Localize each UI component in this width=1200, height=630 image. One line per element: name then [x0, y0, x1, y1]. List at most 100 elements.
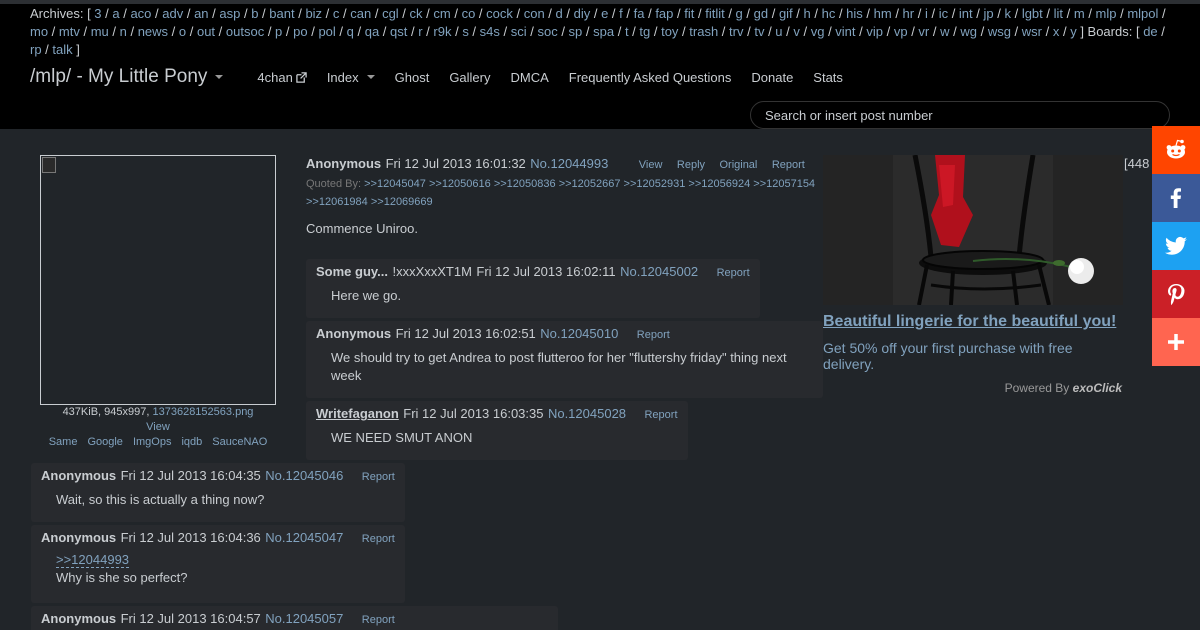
archive-link-i[interactable]: i [925, 6, 928, 21]
nav-index-dropdown[interactable]: Index [327, 70, 375, 85]
post-number-link[interactable]: No.12045046 [265, 468, 343, 483]
archive-link-mo[interactable]: mo [30, 24, 48, 39]
archive-link-cgl[interactable]: cgl [382, 6, 399, 21]
archive-link-v[interactable]: v [793, 24, 800, 39]
archive-link-r9k[interactable]: r9k [433, 24, 451, 39]
archive-link-c[interactable]: c [333, 6, 340, 21]
tool-saucenao[interactable]: SauceNAO [212, 436, 267, 448]
quoted-by-link[interactable]: >>12045047 [364, 178, 426, 190]
quoted-by-link[interactable]: >>12057154 [753, 178, 815, 190]
archive-link-b[interactable]: b [251, 6, 258, 21]
post-number-link[interactable]: No.12045010 [540, 326, 618, 341]
search-input[interactable] [750, 101, 1170, 129]
archive-link-hc[interactable]: hc [822, 6, 836, 21]
tool-imgops[interactable]: ImgOps [133, 436, 172, 448]
archive-link-vg[interactable]: vg [811, 24, 825, 39]
archive-link-vr[interactable]: vr [918, 24, 929, 39]
archive-link-mlp[interactable]: mlp [1096, 6, 1117, 21]
archive-link-bant[interactable]: bant [269, 6, 294, 21]
archive-link-k[interactable]: k [1004, 6, 1011, 21]
archive-link-toy[interactable]: toy [661, 24, 678, 39]
archive-link-mlpol[interactable]: mlpol [1127, 6, 1158, 21]
archive-link-y[interactable]: y [1070, 24, 1077, 39]
quoted-by-link[interactable]: >>12056924 [688, 178, 750, 190]
archive-link-e[interactable]: e [601, 6, 608, 21]
archive-link-pol[interactable]: pol [318, 24, 335, 39]
archive-link-t[interactable]: t [625, 24, 629, 39]
archive-link-wsr[interactable]: wsr [1022, 24, 1042, 39]
report-button[interactable]: Report [772, 159, 805, 171]
archive-link-vip[interactable]: vip [866, 24, 883, 39]
ad-headline-link[interactable]: Beautiful lingerie for the beautiful you… [823, 313, 1124, 331]
nav-faq[interactable]: Frequently Asked Questions [569, 70, 732, 85]
archive-link-hr[interactable]: hr [903, 6, 915, 21]
archive-link-u[interactable]: u [775, 24, 782, 39]
more-share-button[interactable] [1152, 318, 1200, 366]
report-button[interactable]: Report [637, 329, 670, 341]
archive-link-o[interactable]: o [179, 24, 186, 39]
archive-link-3[interactable]: 3 [94, 6, 101, 21]
archive-link-biz[interactable]: biz [305, 6, 322, 21]
op-filename-link[interactable]: 1373628152563.png [152, 406, 253, 418]
nav-stats[interactable]: Stats [813, 70, 843, 85]
archive-link-wg[interactable]: wg [960, 24, 977, 39]
facebook-share-button[interactable] [1152, 174, 1200, 222]
report-button[interactable]: Report [362, 471, 395, 483]
quoted-by-link[interactable]: >>12061984 [306, 196, 368, 208]
archive-link-mtv[interactable]: mtv [59, 24, 80, 39]
archive-link-gif[interactable]: gif [779, 6, 793, 21]
ad-powered-by[interactable]: Powered By exoClick [823, 381, 1124, 395]
archive-link-fap[interactable]: fap [655, 6, 673, 21]
archive-link-tg[interactable]: tg [639, 24, 650, 39]
archive-link-mu[interactable]: mu [91, 24, 109, 39]
quoted-by-link[interactable]: >>12050836 [494, 178, 556, 190]
post-number-link[interactable]: No.12044993 [530, 156, 608, 171]
tool-iqdb[interactable]: iqdb [181, 436, 202, 448]
post-number-link[interactable]: No.12045002 [620, 264, 698, 279]
op-view-image[interactable]: View [146, 421, 170, 433]
archive-link-gd[interactable]: gd [754, 6, 768, 21]
archive-link-jp[interactable]: jp [984, 6, 994, 21]
archive-link-m[interactable]: m [1074, 6, 1085, 21]
archive-link-lgbt[interactable]: lgbt [1022, 6, 1043, 21]
archive-link-g[interactable]: g [736, 6, 743, 21]
quoted-by-link[interactable]: >>12052667 [559, 178, 621, 190]
nav-ghost[interactable]: Ghost [395, 70, 430, 85]
archive-link-ck[interactable]: ck [410, 6, 423, 21]
archive-link-con[interactable]: con [524, 6, 545, 21]
archive-link-cock[interactable]: cock [486, 6, 513, 21]
archive-link-sp[interactable]: sp [569, 24, 583, 39]
nav-dmca[interactable]: DMCA [511, 70, 549, 85]
archive-link-fitlit[interactable]: fitlit [705, 6, 725, 21]
nav-donate[interactable]: Donate [751, 70, 793, 85]
archive-link-tv[interactable]: tv [754, 24, 764, 39]
archive-link-n[interactable]: n [120, 24, 127, 39]
archive-link-x[interactable]: x [1053, 24, 1060, 39]
archive-link-fit[interactable]: fit [684, 6, 694, 21]
archive-link-fa[interactable]: fa [634, 6, 645, 21]
view-button[interactable]: View [639, 159, 663, 171]
pinterest-share-button[interactable] [1152, 270, 1200, 318]
archive-link-qst[interactable]: qst [390, 24, 407, 39]
archive-link-f[interactable]: f [619, 6, 623, 21]
archive-link-diy[interactable]: diy [574, 6, 591, 21]
archive-link-int[interactable]: int [959, 6, 973, 21]
quote-link[interactable]: >>12044993 [56, 552, 130, 568]
archive-link-s[interactable]: s [462, 24, 469, 39]
archive-link-s4s[interactable]: s4s [480, 24, 500, 39]
poster-name-link[interactable]: Writefaganon [316, 406, 399, 421]
archive-link-p[interactable]: p [275, 24, 282, 39]
archive-link-ic[interactable]: ic [939, 6, 948, 21]
quoted-by-link[interactable]: >>12050616 [429, 178, 491, 190]
nav-gallery[interactable]: Gallery [449, 70, 490, 85]
archive-link-asp[interactable]: asp [219, 6, 240, 21]
original-button[interactable]: Original [719, 159, 757, 171]
twitter-share-button[interactable] [1152, 222, 1200, 270]
archive-link-r[interactable]: r [418, 24, 422, 39]
ad-body-text[interactable]: Get 50% off your first purchase with fre… [823, 340, 1124, 372]
tool-same[interactable]: Same [49, 436, 78, 448]
report-button[interactable]: Report [644, 409, 677, 421]
archive-link-vint[interactable]: vint [835, 24, 855, 39]
archive-link-adv[interactable]: adv [162, 6, 183, 21]
archive-link-news[interactable]: news [138, 24, 168, 39]
